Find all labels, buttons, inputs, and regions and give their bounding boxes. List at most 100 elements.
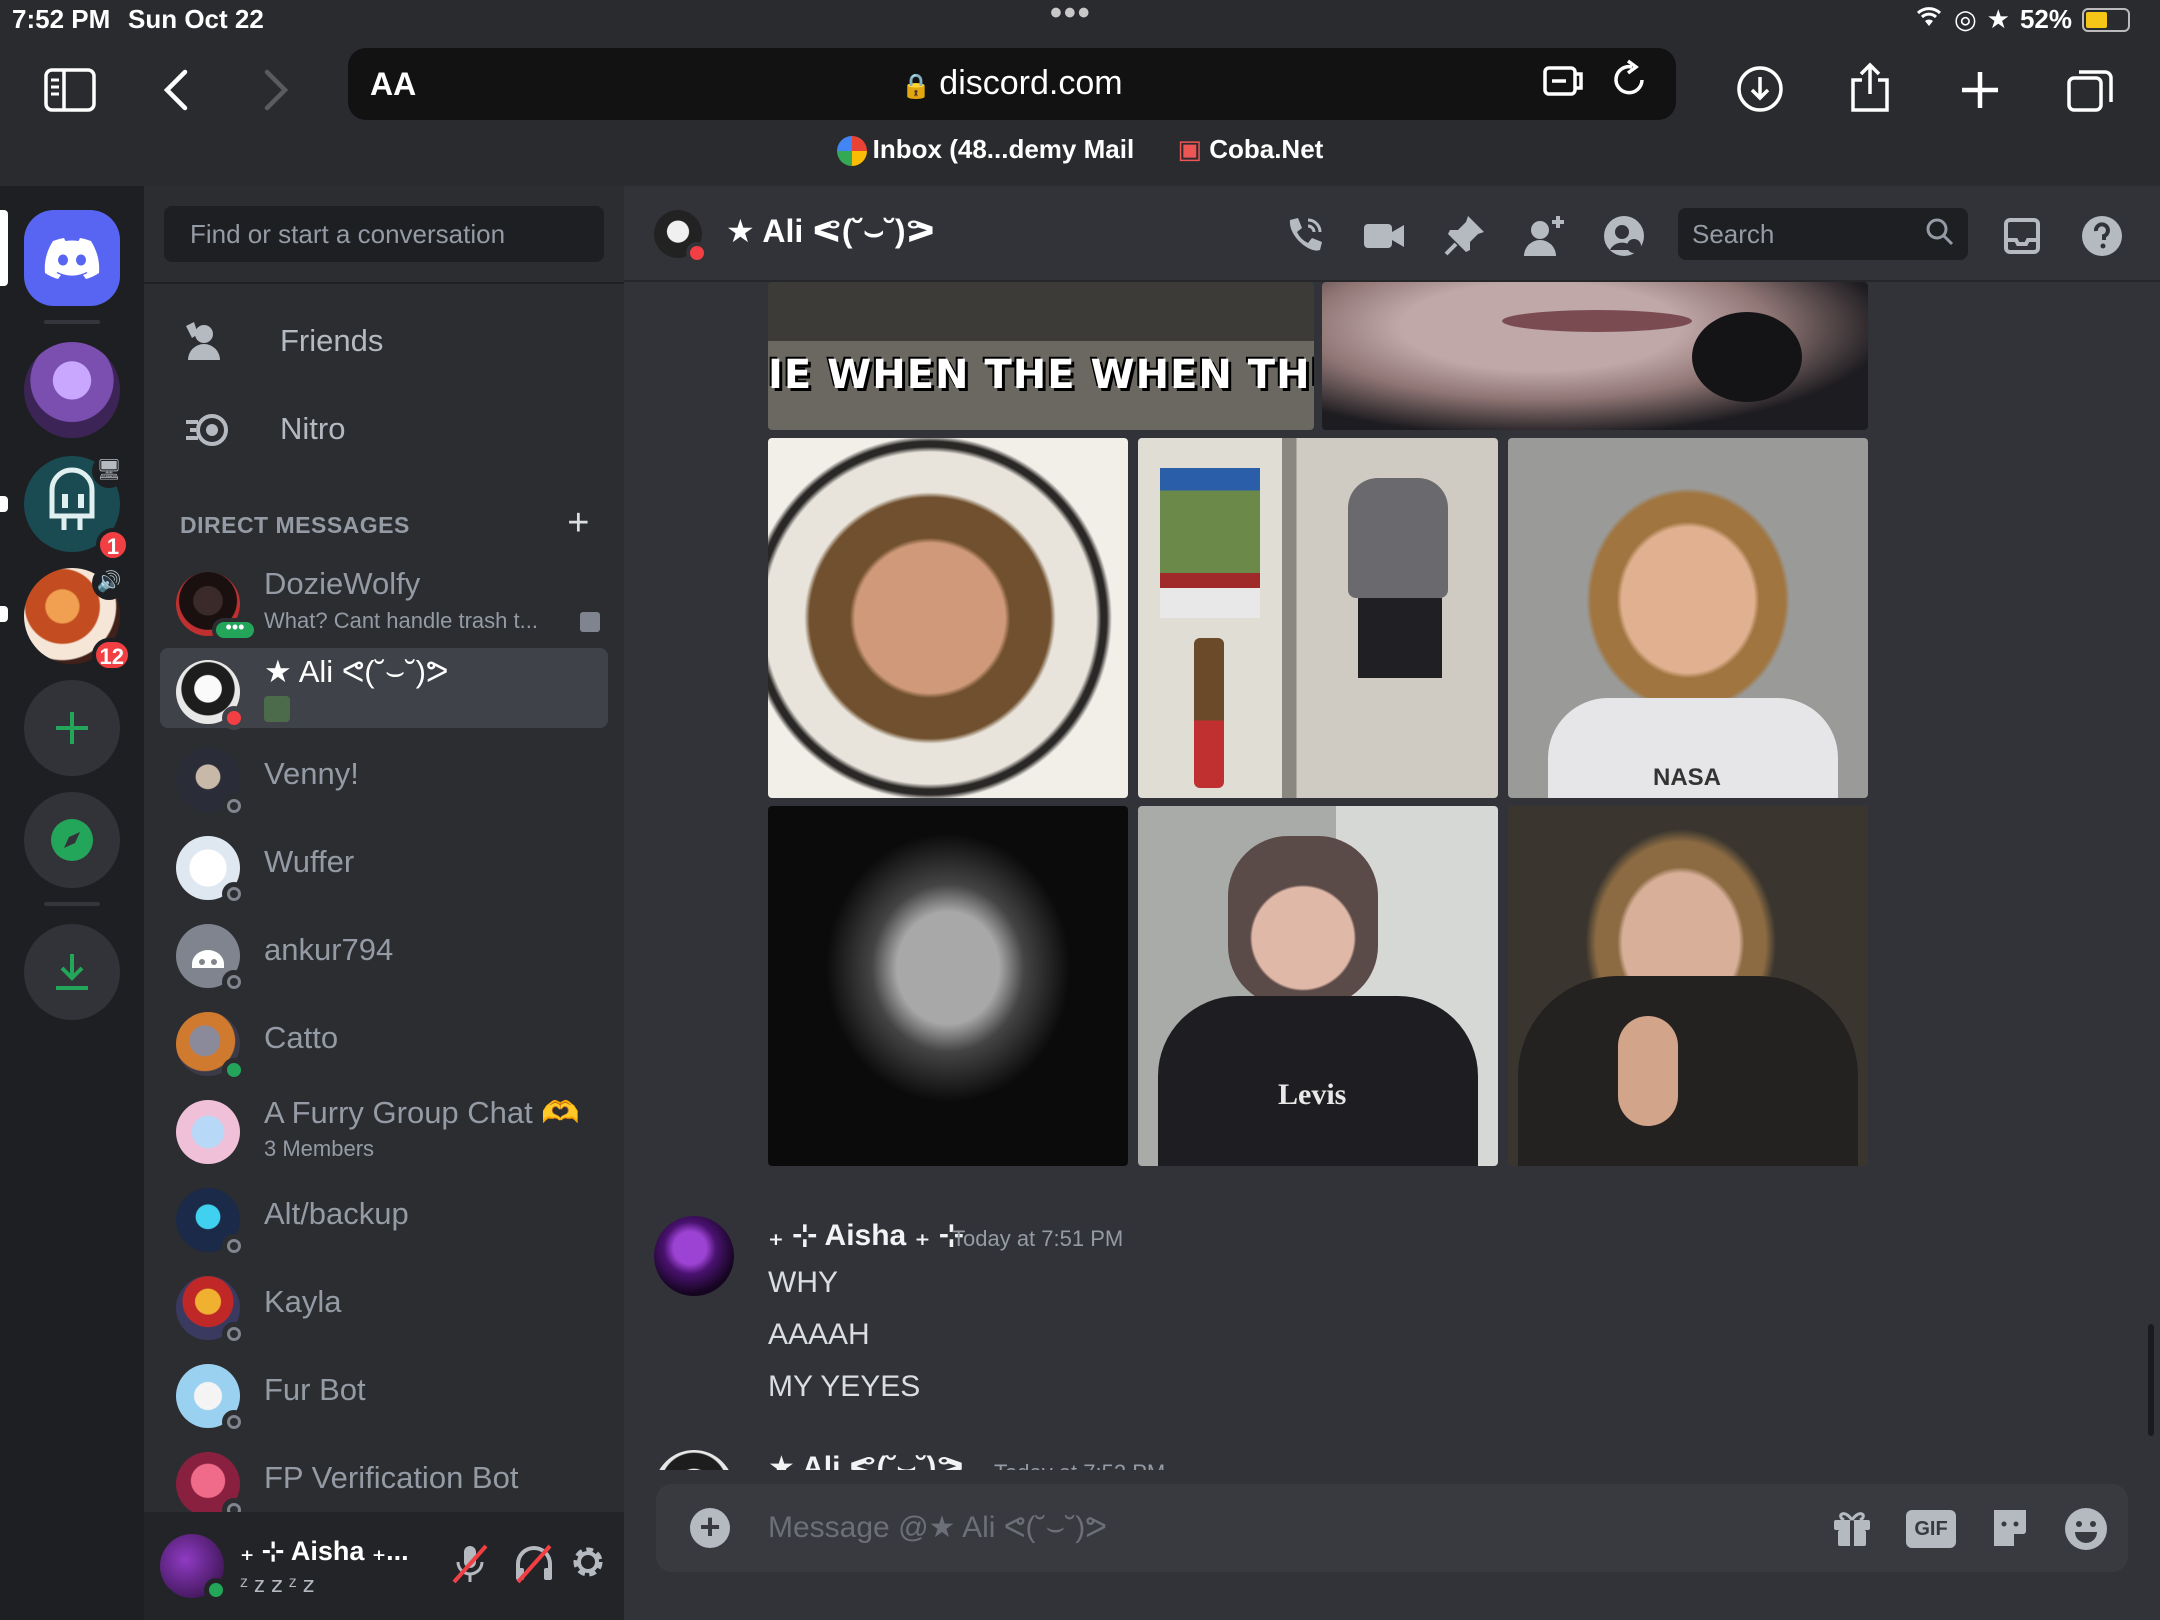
attachment-image-meme[interactable]: IE WHEN THE WHEN THI (768, 282, 1314, 430)
dm-activity: What? Cant handle trash t... (264, 608, 538, 633)
attachment-image-2[interactable] (1138, 438, 1498, 798)
status-offline-icon (222, 882, 246, 906)
server-icon-halloween[interactable]: 🔊 12 (24, 566, 132, 672)
attachment-image-6[interactable] (1508, 806, 1868, 1166)
dm-item-catto[interactable]: Catto (160, 1000, 608, 1082)
message-avatar[interactable] (654, 1450, 734, 1470)
forward-icon[interactable] (244, 58, 308, 122)
dm-name: Catto (264, 1020, 339, 1055)
attachment-image-1[interactable] (768, 438, 1128, 798)
dm-item-fur-bot[interactable]: Fur Bot (160, 1352, 608, 1434)
downloads-icon[interactable] (1728, 58, 1792, 122)
attachment-image-3[interactable]: NASA (1508, 438, 1868, 798)
server-icon-skull[interactable]: 🖥 1 (24, 454, 130, 562)
message-author[interactable]: ₊ ⊹ Aisha ₊ ⊹ (768, 1218, 964, 1253)
dm-item-alt-backup[interactable]: Alt/backup (160, 1176, 608, 1258)
url-display[interactable]: 🔒 discord.com (348, 64, 1676, 103)
device-status-bar: 7:52 PM Sun Oct 22 ••• ◎ ★ 52% (0, 0, 2160, 40)
dm-name: FP Verification Bot (264, 1460, 519, 1495)
share-icon[interactable] (1838, 58, 1902, 122)
download-icon (56, 954, 88, 990)
message-input-placeholder[interactable]: Message @★ Ali ᕙ(˘⌣˘)ᕗ (768, 1510, 1107, 1545)
add-server-button[interactable] (24, 680, 120, 776)
dm-item-wuffer[interactable]: Wuffer (160, 824, 608, 906)
attachment-image-5[interactable]: Levis (1138, 806, 1498, 1166)
star-icon: ★ (1986, 4, 2010, 34)
chat-search-input[interactable]: Search (1678, 208, 1968, 260)
voice-call-icon[interactable] (1280, 212, 1328, 260)
video-call-icon[interactable] (1360, 212, 1408, 260)
multitask-dots-icon[interactable]: ••• (1050, 0, 1092, 33)
recipient-name[interactable]: ★ Ali ᕙ(˘⌣˘)ᕗ (726, 212, 935, 251)
help-icon[interactable] (2078, 212, 2126, 260)
dm-item-ankur794[interactable]: ankur794 (160, 912, 608, 994)
discord-app: 🖥 1 🔊 12 Find or start a conversation Fr… (0, 186, 2160, 1620)
message-avatar[interactable] (654, 1216, 734, 1296)
image-detail (1502, 310, 1692, 332)
status-time: 7:52 PM (12, 4, 111, 34)
nav-nitro[interactable]: Nitro (160, 390, 608, 470)
address-bar[interactable]: AA 🔒 discord.com (348, 48, 1676, 120)
tshirt-logo-text: NASA (1653, 764, 1722, 791)
guitar-image (1194, 638, 1224, 788)
activity-icon (580, 612, 600, 632)
plus-icon (56, 712, 88, 744)
favorite-gmail[interactable]: Inbox (48...demy Mail (836, 134, 1134, 167)
user-settings-gear-icon[interactable] (564, 1542, 612, 1590)
friends-icon (184, 320, 232, 364)
find-conversation-input[interactable]: Find or start a conversation (164, 206, 604, 262)
dm-item-ali[interactable]: ★ Ali ᕙ(˘⌣˘)ᕗ (160, 648, 608, 730)
compass-icon (51, 819, 93, 861)
dm-name: Fur Bot (264, 1372, 366, 1407)
mute-mic-icon[interactable] (446, 1542, 494, 1590)
emoji-picker-icon[interactable] (2062, 1506, 2110, 1554)
gift-icon[interactable] (1828, 1506, 1876, 1554)
message-scrollbar[interactable] (2148, 1324, 2154, 1436)
search-icon (1924, 216, 1956, 255)
user-profile-icon[interactable] (1600, 212, 1648, 260)
gif-picker-icon[interactable]: GIF (1906, 1510, 1956, 1548)
sidebar-toggle-icon[interactable] (38, 58, 102, 122)
battery-percent: 52% (2019, 4, 2072, 34)
dm-item-furry-group[interactable]: A Furry Group Chat 🫶 3 Members (160, 1088, 608, 1168)
dm-item-fp-verification-bot[interactable]: FP Verification Bot (160, 1440, 608, 1522)
attach-plus-icon[interactable]: + (690, 1508, 730, 1548)
back-icon[interactable] (144, 58, 208, 122)
dm-name: Wuffer (264, 844, 355, 879)
message-author[interactable]: ★ Ali ᕙ(˘⌣˘)ᕗ (768, 1450, 964, 1470)
dm-item-doziewolfy[interactable]: ••• DozieWolfy What? Cant handle trash t… (160, 560, 608, 642)
dm-item-venny[interactable]: Venny! (160, 736, 608, 818)
google-icon (836, 136, 867, 167)
inbox-icon[interactable] (1998, 212, 2046, 260)
server-icon-anime[interactable] (24, 342, 120, 438)
message-list: IE WHEN THE WHEN THI NASA Levis ₊ ⊹ Aish… (624, 282, 2160, 1470)
message-text: AAAAH (768, 1318, 870, 1351)
download-apps-button[interactable] (24, 924, 120, 1020)
sticker-icon[interactable] (1986, 1506, 2034, 1554)
favorite-coba[interactable]: ▣ Coba.Net (1177, 134, 1323, 164)
unread-indicator (0, 496, 8, 512)
message-composer[interactable]: + Message @★ Ali ᕙ(˘⌣˘)ᕗ GIF (656, 1484, 2128, 1572)
discord-home-button[interactable] (24, 210, 120, 306)
reload-icon[interactable] (1610, 58, 1650, 112)
user-name[interactable]: ₊ ⊹ Aisha ₊... (240, 1536, 409, 1567)
deafen-icon[interactable] (510, 1542, 558, 1590)
screen-share-icon: 🖥 (92, 454, 126, 488)
add-friends-to-dm-icon[interactable] (1520, 212, 1568, 260)
new-tab-icon[interactable] (1948, 58, 2012, 122)
dm-item-kayla[interactable]: Kayla (160, 1264, 608, 1346)
attachment-image-4[interactable] (768, 806, 1128, 1166)
lock-icon: 🔒 (901, 73, 932, 100)
hoodie-logo-text: Levis (1278, 1078, 1347, 1111)
selected-indicator (0, 210, 8, 286)
server-separator (44, 902, 100, 906)
tab-overview-icon[interactable] (2058, 58, 2122, 122)
status-offline-icon (222, 1234, 246, 1258)
explore-servers-button[interactable] (24, 792, 120, 888)
create-dm-plus-icon[interactable]: + (567, 502, 590, 545)
thumbs-up-image (1618, 1016, 1678, 1126)
extension-icon[interactable] (1542, 60, 1586, 110)
pinned-messages-icon[interactable] (1440, 212, 1488, 260)
nav-friends[interactable]: Friends (160, 302, 608, 382)
attachment-image-closeup[interactable] (1322, 282, 1868, 430)
